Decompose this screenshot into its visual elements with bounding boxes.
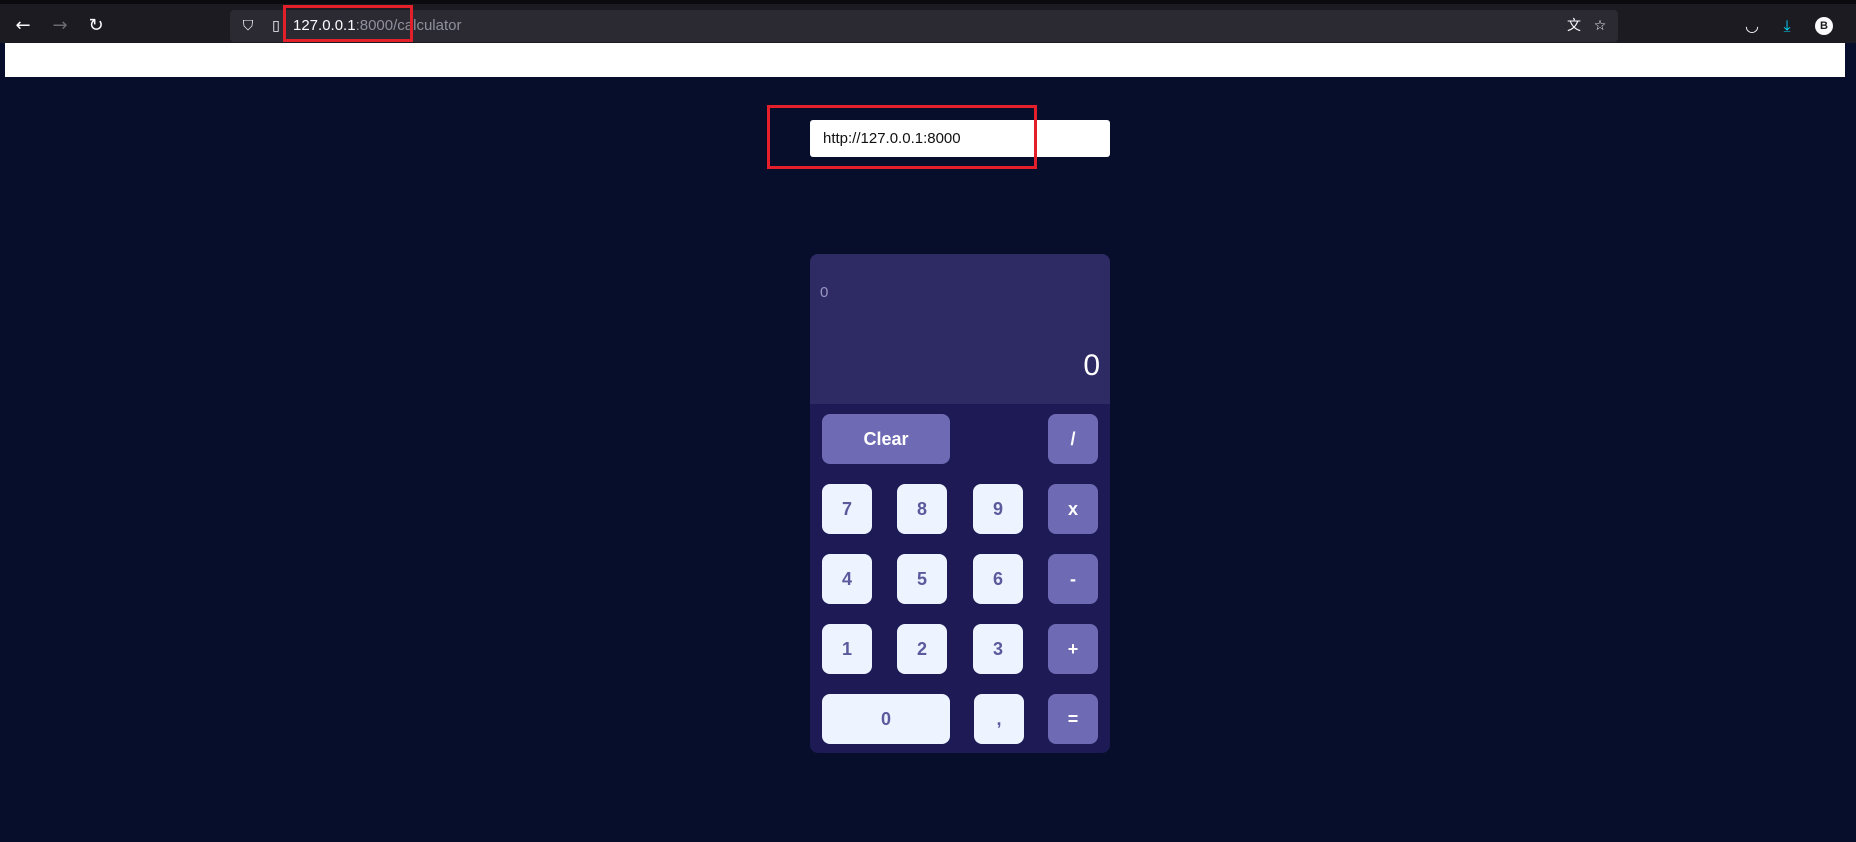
account-avatar[interactable]: B [1815, 17, 1833, 35]
back-icon[interactable]: ← [11, 14, 35, 38]
address-bar[interactable]: ⛉ ▯ 127.0.0.1:8000/calculator 文 ☆ [230, 10, 1618, 42]
page-header-strip [5, 43, 1845, 77]
translate-icon[interactable]: 文 [1564, 16, 1584, 36]
digit-9-button[interactable]: 9 [973, 484, 1023, 534]
calculator-display: 0 0 [810, 254, 1110, 404]
digit-1-button[interactable]: 1 [822, 624, 872, 674]
api-url-input[interactable] [810, 120, 1110, 157]
divide-button[interactable]: / [1048, 414, 1098, 464]
decimal-button[interactable]: , [974, 694, 1024, 744]
digit-2-button[interactable]: 2 [897, 624, 947, 674]
subtract-button[interactable]: - [1048, 554, 1098, 604]
page-icon[interactable]: ▯ [266, 16, 286, 36]
digit-0-button[interactable]: 0 [822, 694, 950, 744]
multiply-button[interactable]: x [1048, 484, 1098, 534]
add-button[interactable]: + [1048, 624, 1098, 674]
digit-7-button[interactable]: 7 [822, 484, 872, 534]
bookmark-star-icon[interactable]: ☆ [1590, 16, 1610, 36]
shield-icon[interactable]: ⛉ [238, 16, 258, 36]
digit-6-button[interactable]: 6 [973, 554, 1023, 604]
address-text[interactable]: 127.0.0.1:8000/calculator [293, 10, 461, 42]
equals-button[interactable]: = [1048, 694, 1098, 744]
download-icon[interactable]: ⤓ [1775, 14, 1799, 38]
address-host: 127.0.0.1 [293, 17, 356, 34]
browser-toolbar: ← → ↻ ⛉ ▯ 127.0.0.1:8000/calculator 文 ☆ … [0, 0, 1856, 43]
reload-icon[interactable]: ↻ [84, 14, 108, 38]
address-path: :8000/calculator [355, 17, 462, 34]
digit-8-button[interactable]: 8 [897, 484, 947, 534]
digit-4-button[interactable]: 4 [822, 554, 872, 604]
current-operand: 0 [1083, 349, 1100, 382]
forward-icon[interactable]: → [48, 14, 72, 38]
digit-5-button[interactable]: 5 [897, 554, 947, 604]
calculator: 0 0 Clear / 7 8 9 x 4 5 6 - 1 2 3 + 0 , … [810, 254, 1110, 753]
digit-3-button[interactable]: 3 [973, 624, 1023, 674]
pocket-icon[interactable]: ◡ [1740, 14, 1764, 38]
clear-button[interactable]: Clear [822, 414, 950, 464]
previous-operand: 0 [820, 284, 829, 301]
